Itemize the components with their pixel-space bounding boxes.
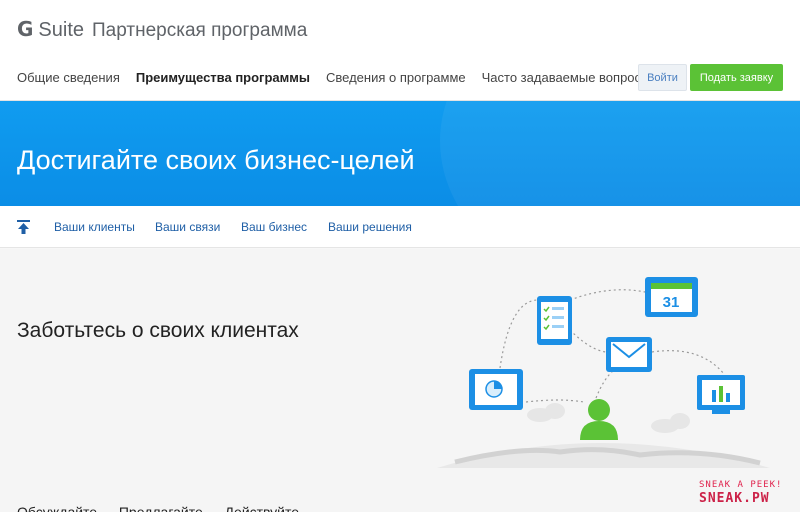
customer-network-illustration: 31 <box>437 277 770 468</box>
brand-program-name: Партнерская программа <box>92 20 308 41</box>
nav-item-program-info[interactable]: Сведения о программе <box>326 70 466 85</box>
brand-logo[interactable]: G Suite Партнерская программа <box>17 17 307 42</box>
site-header: G Suite Партнерская программа Общие свед… <box>0 0 800 101</box>
hero-banner: Достигайте своих бизнес-целей <box>0 101 800 206</box>
hero-title: Достигайте своих бизнес-целей <box>17 145 415 175</box>
nav-item-benefits[interactable]: Преимущества программы <box>136 70 310 85</box>
arrow-up-icon[interactable] <box>17 220 30 234</box>
watermark-line1: SNEAK A PEEK! <box>699 480 783 490</box>
brand-suite: Suite <box>38 19 85 41</box>
nav-item-faq[interactable]: Часто задаваемые вопросы <box>482 70 651 85</box>
section-title: Заботьтесь о своих клиентах <box>17 319 299 342</box>
calendar-day: 31 <box>663 294 680 311</box>
watermark-line2: SNEAK.PW <box>699 491 770 506</box>
nav-item-overview[interactable]: Общие сведения <box>17 70 120 85</box>
hero-decoration <box>440 101 800 206</box>
section-intro-text: Обсуждайте … Предлагайте … Действуйте <box>17 504 300 512</box>
login-button[interactable]: Войти <box>638 64 687 91</box>
brand-g: G <box>17 17 34 41</box>
subnav-link-business[interactable]: Ваш бизнес <box>241 220 307 234</box>
section-subnav: Ваши клиенты Ваши связи Ваш бизнес Ваши … <box>0 206 800 248</box>
subnav-link-connections[interactable]: Ваши связи <box>155 220 220 234</box>
apply-button[interactable]: Подать заявку <box>690 64 783 91</box>
subnav-link-clients[interactable]: Ваши клиенты <box>54 220 135 234</box>
subnav-link-solutions[interactable]: Ваши решения <box>328 220 412 234</box>
main-nav: Общие сведения Преимущества программы Св… <box>17 70 666 85</box>
page: G Suite Партнерская программа Общие свед… <box>0 0 800 512</box>
